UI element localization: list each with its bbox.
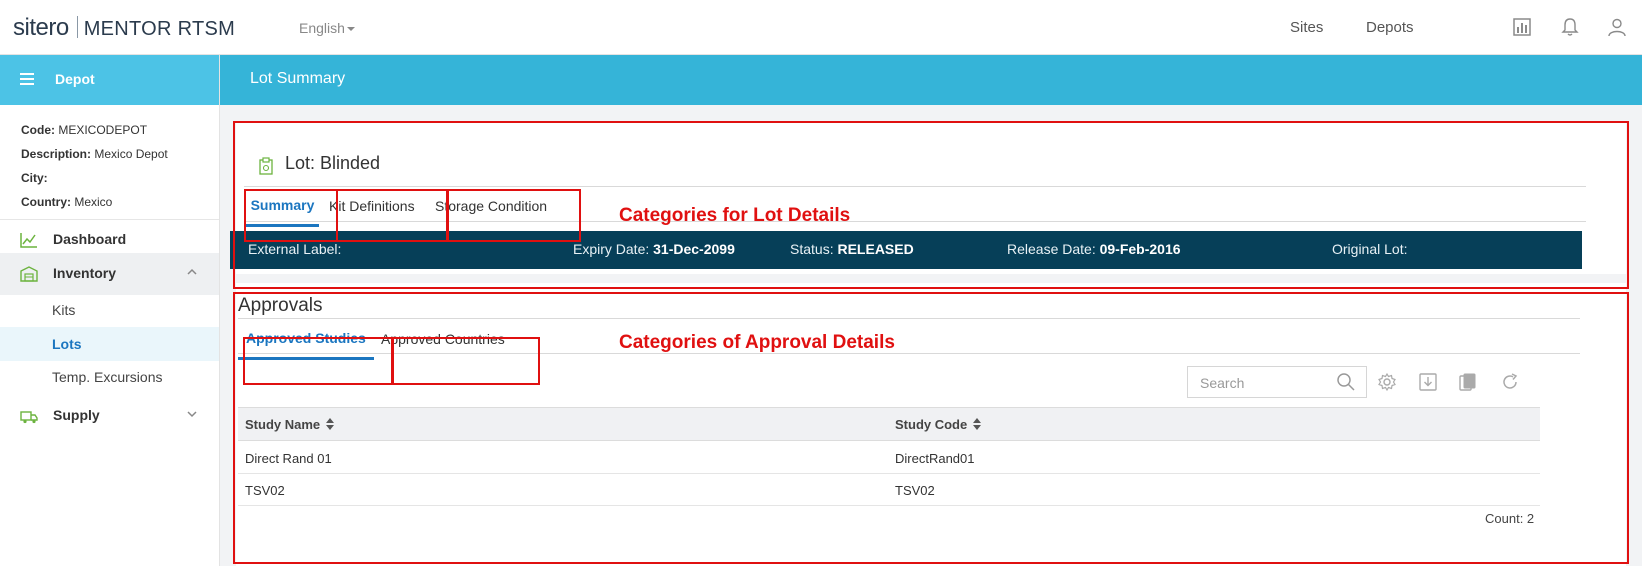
page-title-bar: Lot Summary	[220, 55, 1642, 105]
table-row[interactable]: Direct Rand 01 DirectRand01	[238, 442, 1540, 474]
truck-icon	[20, 411, 38, 424]
search-icon[interactable]	[1336, 372, 1356, 392]
column-header-study-code[interactable]: Study Code	[895, 417, 982, 432]
chart-line-icon	[20, 233, 37, 248]
main-content: Lot: Blinded Summary Kit Definitions Sto…	[220, 105, 1642, 566]
cell-study-code: DirectRand01	[895, 451, 975, 466]
column-header-study-name[interactable]: Study Name	[245, 417, 335, 432]
depot-city: City:	[21, 171, 48, 185]
table-row[interactable]: TSV02 TSV02	[238, 474, 1540, 506]
language-selector[interactable]: English	[299, 20, 355, 36]
copy-icon[interactable]	[1458, 372, 1478, 392]
sort-icon[interactable]	[326, 418, 335, 430]
sidebar-subitem-lots[interactable]: Lots	[0, 327, 219, 361]
refresh-icon[interactable]	[1500, 372, 1520, 392]
original-lot-field: Original Lot:	[1332, 241, 1408, 257]
tab-approved-studies[interactable]: Approved Studies	[238, 330, 374, 360]
download-icon[interactable]	[1418, 372, 1438, 392]
bell-icon[interactable]	[1560, 17, 1580, 37]
search-placeholder: Search	[1200, 375, 1245, 391]
lot-title-text: Lot: Blinded	[285, 153, 381, 173]
cell-study-code: TSV02	[895, 483, 935, 498]
record-count: Count: 2	[1485, 511, 1535, 526]
caret-down-icon	[346, 27, 355, 31]
annotation-lot-categories: Categories for Lot Details	[619, 205, 851, 226]
chevron-up-icon	[187, 268, 197, 275]
sidebar-subitem-temp-excursions[interactable]: Temp. Excursions	[0, 360, 219, 394]
warehouse-icon	[20, 266, 38, 282]
nav-sites-link[interactable]: Sites	[1290, 19, 1323, 36]
tab-storage-condition[interactable]: Storage Condition	[435, 198, 547, 228]
external-label-field: External Label:	[248, 241, 342, 257]
tab-kit-definitions[interactable]: Kit Definitions	[329, 198, 415, 228]
depot-code: Code: MEXICODEPOT	[21, 123, 148, 137]
logo-divider	[76, 16, 78, 38]
sidebar-title: Depot	[55, 71, 95, 87]
user-icon[interactable]	[1607, 17, 1627, 37]
app-logo[interactable]: sitero MENTOR RTSM	[13, 14, 235, 42]
cell-study-name: TSV02	[245, 483, 285, 498]
sidebar-header: Depot	[0, 55, 219, 105]
chevron-down-icon	[187, 411, 197, 418]
depot-info: Code: MEXICODEPOT Description: Mexico De…	[0, 105, 219, 220]
approvals-tabs-top-divider	[238, 318, 1580, 319]
sidebar-item-supply[interactable]: Supply	[0, 395, 219, 437]
expiry-date-field: Expiry Date: 31-Dec-2099	[573, 241, 735, 257]
depot-country: Country: Mexico	[21, 195, 113, 209]
lot-title: Lot: Blinded	[259, 153, 381, 175]
nav-depots-link[interactable]: Depots	[1366, 19, 1414, 36]
tab-summary[interactable]: Summary	[246, 197, 319, 227]
release-date-field: Release Date: 09-Feb-2016	[1007, 241, 1181, 257]
logo-brand: sitero	[13, 14, 69, 41]
lot-info-strip: External Label: Expiry Date: 31-Dec-2099…	[230, 231, 1582, 269]
lot-tabs-bottom-divider	[244, 221, 1586, 222]
cell-study-name: Direct Rand 01	[245, 451, 332, 466]
reports-icon[interactable]	[1512, 17, 1532, 37]
clipboard-icon	[259, 157, 273, 175]
table-header: Study Name Study Code	[238, 407, 1540, 441]
approvals-title: Approvals	[238, 295, 323, 316]
sidebar-item-label: Dashboard	[53, 231, 127, 247]
lot-tabs-top-divider	[244, 186, 1586, 187]
search-input[interactable]: Search	[1187, 366, 1367, 398]
depot-description: Description: Mexico Depot	[21, 147, 168, 161]
sort-icon[interactable]	[973, 418, 982, 430]
annotation-approval-categories: Categories of Approval Details	[619, 332, 895, 353]
approvals-tabs-bottom-divider	[238, 353, 1580, 354]
top-header: sitero MENTOR RTSM English Sites Depots	[0, 0, 1642, 55]
sidebar-subitem-kits[interactable]: Kits	[0, 293, 219, 327]
logo-product: MENTOR RTSM	[83, 18, 236, 40]
language-label: English	[299, 20, 345, 36]
sidebar-item-label: Inventory	[53, 265, 117, 281]
page-title: Lot Summary	[250, 70, 346, 87]
status-field: Status: RELEASED	[790, 241, 914, 257]
sidebar: Depot Code: MEXICODEPOT Description: Mex…	[0, 55, 220, 566]
sidebar-item-inventory[interactable]: Inventory	[0, 253, 219, 295]
tab-approved-countries[interactable]: Approved Countries	[381, 331, 505, 361]
menu-icon[interactable]	[20, 73, 34, 88]
sidebar-item-label: Supply	[53, 407, 100, 423]
gear-icon[interactable]	[1377, 372, 1397, 392]
